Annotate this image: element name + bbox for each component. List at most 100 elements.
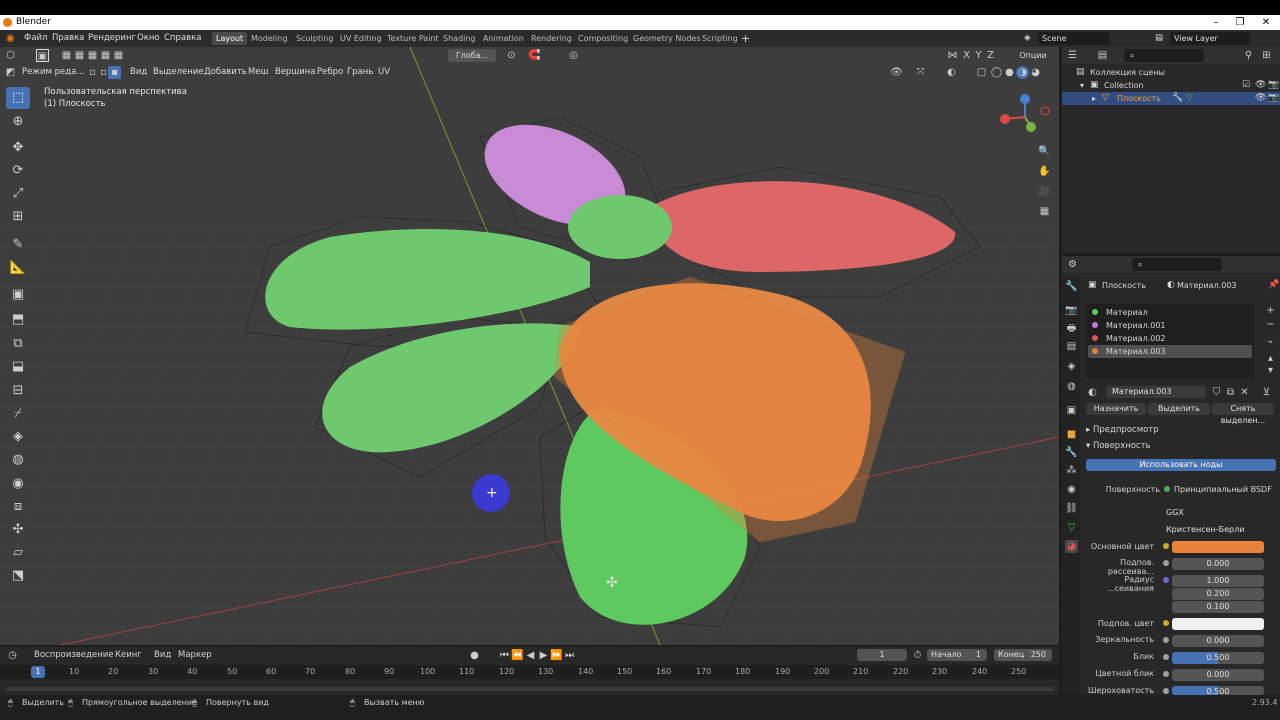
options-dropdown[interactable]: Опции <box>1012 49 1054 62</box>
subsurface-radius-z[interactable]: 0.100 <box>1172 601 1264 613</box>
camera-view-icon[interactable]: 🎥 <box>1038 185 1051 198</box>
prev-keyframe-icon[interactable]: ⏪ <box>511 649 524 662</box>
menu-select[interactable]: Выделение <box>153 64 204 81</box>
display-mode-icon[interactable]: ▤ <box>1096 49 1109 62</box>
select-mode-icon[interactable]: ▣ <box>36 49 49 62</box>
orthographic-grid-icon[interactable]: ▦ <box>1038 205 1051 218</box>
jump-end-icon[interactable]: ⏭ <box>563 649 576 662</box>
checkbox-icon[interactable]: ☑ <box>1242 79 1250 92</box>
select-extend-icon[interactable]: ▦ <box>73 49 86 62</box>
play-icon[interactable]: ▶ <box>537 649 550 662</box>
world-tab-icon[interactable]: ◍ <box>1065 380 1078 393</box>
socket-icon[interactable] <box>1164 486 1170 492</box>
expand-arrow-icon[interactable]: ▸ <box>1092 92 1096 105</box>
menu-window[interactable]: Окно <box>137 30 160 47</box>
menu-vertex[interactable]: Вершина <box>275 64 316 81</box>
mode-dropdown[interactable]: Режим реда... <box>22 64 84 81</box>
add-slot-icon[interactable]: + <box>1264 304 1277 317</box>
eye-icon[interactable]: 👁 <box>1255 92 1266 105</box>
properties-editor-icon[interactable]: ⚙ <box>1066 258 1079 271</box>
menu-file[interactable]: Файл <box>24 30 47 47</box>
socket-icon[interactable] <box>1163 577 1169 583</box>
cursor-tool-icon[interactable]: ⊕ <box>6 111 30 133</box>
surface-panel-header[interactable]: ▾ Поверхность <box>1086 441 1151 451</box>
menu-view[interactable]: Вид <box>130 64 147 81</box>
filter-icon[interactable]: ⚲ <box>1242 49 1255 62</box>
tab-uv-editing[interactable]: UV Editing <box>336 32 386 45</box>
select-tool-icon[interactable]: ⬚ <box>6 87 30 109</box>
socket-icon[interactable] <box>1163 637 1169 643</box>
view-layer-selector[interactable]: View Layer <box>1170 32 1250 45</box>
menu-uv[interactable]: UV <box>378 64 390 81</box>
snap-icon[interactable]: 🧲 <box>528 49 541 62</box>
camera-icon[interactable]: 📷 <box>1268 79 1279 92</box>
zoom-icon[interactable]: 🔍 <box>1038 145 1051 158</box>
select-invert-icon[interactable]: ▦ <box>99 49 112 62</box>
overlay-icon[interactable]: ◐ <box>945 66 958 79</box>
tool-tab-icon[interactable]: 🔧 <box>1065 280 1078 293</box>
gizmo-icon[interactable]: ⤧ <box>914 66 927 79</box>
scale-tool-icon[interactable]: ⤢ <box>6 183 30 205</box>
stopwatch-icon[interactable]: ⏱ <box>911 649 924 662</box>
tab-shading[interactable]: Shading <box>439 32 480 45</box>
current-frame-field[interactable]: 1 <box>857 649 907 661</box>
menu-mesh[interactable]: Меш <box>248 64 268 81</box>
physics-tab-icon[interactable]: ◉ <box>1065 483 1078 496</box>
scene-selector[interactable]: Scene <box>1038 32 1110 45</box>
spin-tool-icon[interactable]: ◍ <box>6 449 30 471</box>
loop-cut-tool-icon[interactable]: ⊟ <box>6 380 30 402</box>
transform-orientation-dropdown[interactable]: Глоба... <box>448 49 496 62</box>
modifier-tab-icon[interactable]: 🔧 <box>1065 446 1078 459</box>
mirror-icon[interactable]: ⋈ <box>946 49 959 62</box>
tab-layout[interactable]: Layout <box>212 32 248 45</box>
inset-tool-icon[interactable]: ⧉ <box>6 333 30 355</box>
socket-icon[interactable] <box>1163 671 1169 677</box>
xray-icon[interactable]: ▢ <box>975 66 988 79</box>
material-browse-icon[interactable]: ◐ <box>1086 386 1099 399</box>
select-subtract-icon[interactable]: ▦ <box>86 49 99 62</box>
tab-compositing[interactable]: Compositing <box>574 32 632 45</box>
outliner-row-scene[interactable]: ▤ Коллекция сцены <box>1062 66 1280 79</box>
menu-render[interactable]: Рендеринг <box>88 30 136 47</box>
shading-wireframe-icon[interactable]: ◯ <box>990 66 1003 79</box>
subsurface-method-dropdown[interactable]: Кристенсен-Берли <box>1162 524 1264 536</box>
collection-tab-icon[interactable]: ▣ <box>1065 404 1078 417</box>
menu-edge[interactable]: Ребро <box>317 64 343 81</box>
node-link-icon[interactable]: ⊻ <box>1260 386 1273 399</box>
view-layer-tab-icon[interactable]: ▤ <box>1065 340 1078 353</box>
face-select-icon[interactable]: ▪ <box>108 66 121 79</box>
tab-geometry-nodes[interactable]: Geometry Nodes <box>629 32 704 45</box>
end-frame-field[interactable]: Конец 250 <box>994 649 1052 661</box>
outliner-editor-icon[interactable]: ☰ <box>1066 49 1079 62</box>
proportional-edit-icon[interactable]: ◎ <box>567 49 580 62</box>
expand-arrow-icon[interactable]: ▾ <box>1080 79 1084 92</box>
socket-icon[interactable] <box>1163 654 1169 660</box>
shading-solid-icon[interactable]: ● <box>1003 66 1016 79</box>
unlink-icon[interactable]: ✕ <box>1238 386 1251 399</box>
preview-panel-header[interactable]: ▸ Предпросмотр <box>1086 425 1159 435</box>
deselect-button[interactable]: Снять выделен... <box>1212 403 1274 425</box>
subsurface-radius-y[interactable]: 0.200 <box>1172 588 1264 600</box>
slot-specials-icon[interactable]: ⌄ <box>1264 334 1277 347</box>
pan-hand-icon[interactable]: ✋ <box>1038 165 1051 178</box>
socket-icon[interactable] <box>1163 688 1169 694</box>
rip-tool-icon[interactable]: ⬔ <box>6 565 30 587</box>
editor-type-icon[interactable]: ⬡ <box>4 49 17 62</box>
add-cube-tool-icon[interactable]: ▣ <box>6 284 30 306</box>
outliner-search[interactable]: ⌕ <box>1124 49 1204 62</box>
minimize-icon[interactable]: – <box>1204 15 1228 30</box>
subsurface-color-swatch[interactable] <box>1172 618 1264 630</box>
assign-button[interactable]: Назначить <box>1086 403 1146 415</box>
specular-slider[interactable]: 0.500 <box>1172 652 1264 664</box>
close-icon[interactable]: ✕ <box>1254 15 1278 30</box>
transform-tool-icon[interactable]: ⊞ <box>6 206 30 228</box>
tab-scripting[interactable]: Scripting <box>698 32 742 45</box>
timeline-scrollbar[interactable] <box>6 687 1054 691</box>
pivot-point-icon[interactable]: ⊙ <box>505 49 518 62</box>
remove-slot-icon[interactable]: − <box>1264 318 1277 331</box>
specular-tint-field[interactable]: 0.000 <box>1172 669 1264 681</box>
subsurface-radius-x[interactable]: 1.000 <box>1172 575 1264 587</box>
measure-tool-icon[interactable]: 📐 <box>6 257 30 279</box>
move-down-icon[interactable]: ▾ <box>1264 364 1277 377</box>
annotate-tool-icon[interactable]: ✎ <box>6 234 30 256</box>
